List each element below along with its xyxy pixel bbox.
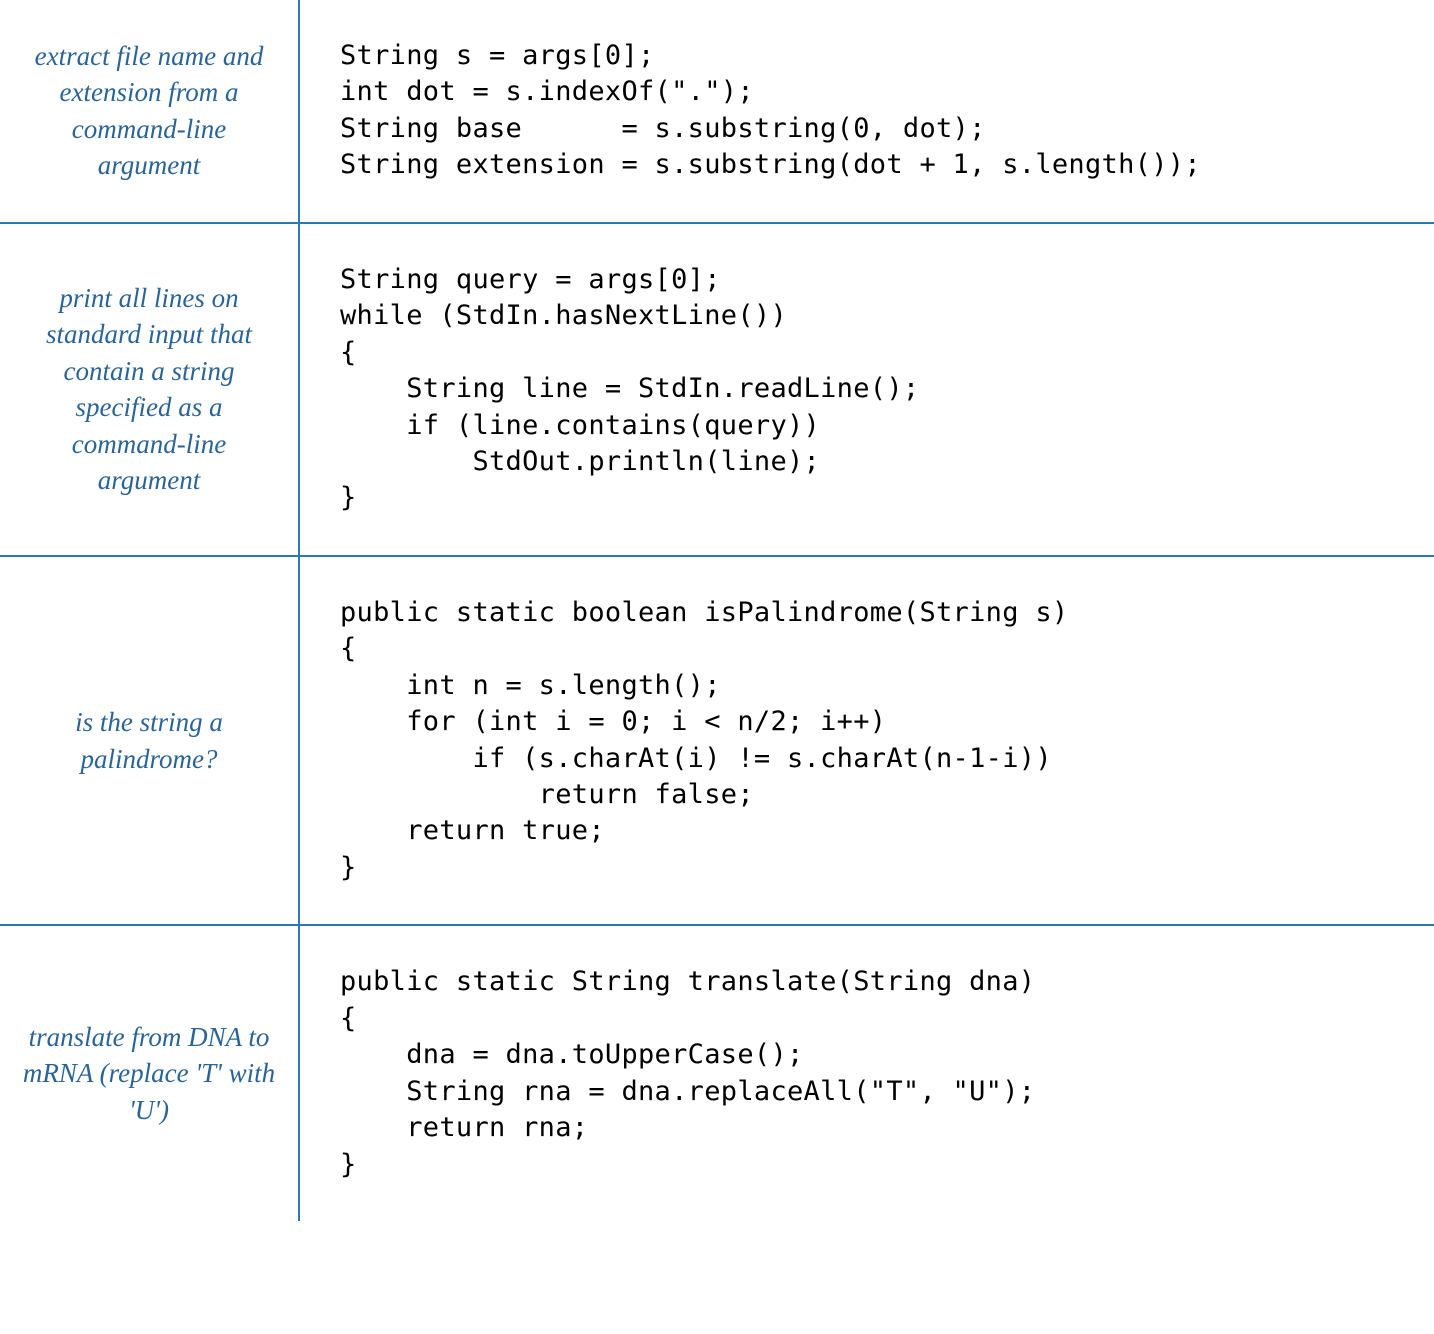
row-description: print all lines on standard input that c… xyxy=(20,280,278,499)
table-row: is the string a palindrome? public stati… xyxy=(0,557,1434,927)
code-cell: String query = args[0]; while (StdIn.has… xyxy=(300,224,1434,555)
code-snippet: public static boolean isPalindrome(Strin… xyxy=(340,595,1068,887)
row-description: translate from DNA to mRNA (replace 'T' … xyxy=(20,1019,278,1128)
code-cell: public static boolean isPalindrome(Strin… xyxy=(300,557,1434,925)
code-cell: public static String translate(String dn… xyxy=(300,926,1434,1221)
table-row: extract file name and extension from a c… xyxy=(0,0,1434,224)
code-snippet: String s = args[0]; int dot = s.indexOf(… xyxy=(340,38,1201,184)
description-cell: extract file name and extension from a c… xyxy=(0,0,300,222)
description-cell: print all lines on standard input that c… xyxy=(0,224,300,555)
table-row: print all lines on standard input that c… xyxy=(0,224,1434,557)
string-operations-table: extract file name and extension from a c… xyxy=(0,0,1434,1221)
row-description: is the string a palindrome? xyxy=(20,704,278,777)
description-cell: is the string a palindrome? xyxy=(0,557,300,925)
row-description: extract file name and extension from a c… xyxy=(20,38,278,184)
code-cell: String s = args[0]; int dot = s.indexOf(… xyxy=(300,0,1434,222)
table-row: translate from DNA to mRNA (replace 'T' … xyxy=(0,926,1434,1221)
description-cell: translate from DNA to mRNA (replace 'T' … xyxy=(0,926,300,1221)
code-snippet: String query = args[0]; while (StdIn.has… xyxy=(340,262,919,517)
code-snippet: public static String translate(String dn… xyxy=(340,964,1035,1183)
